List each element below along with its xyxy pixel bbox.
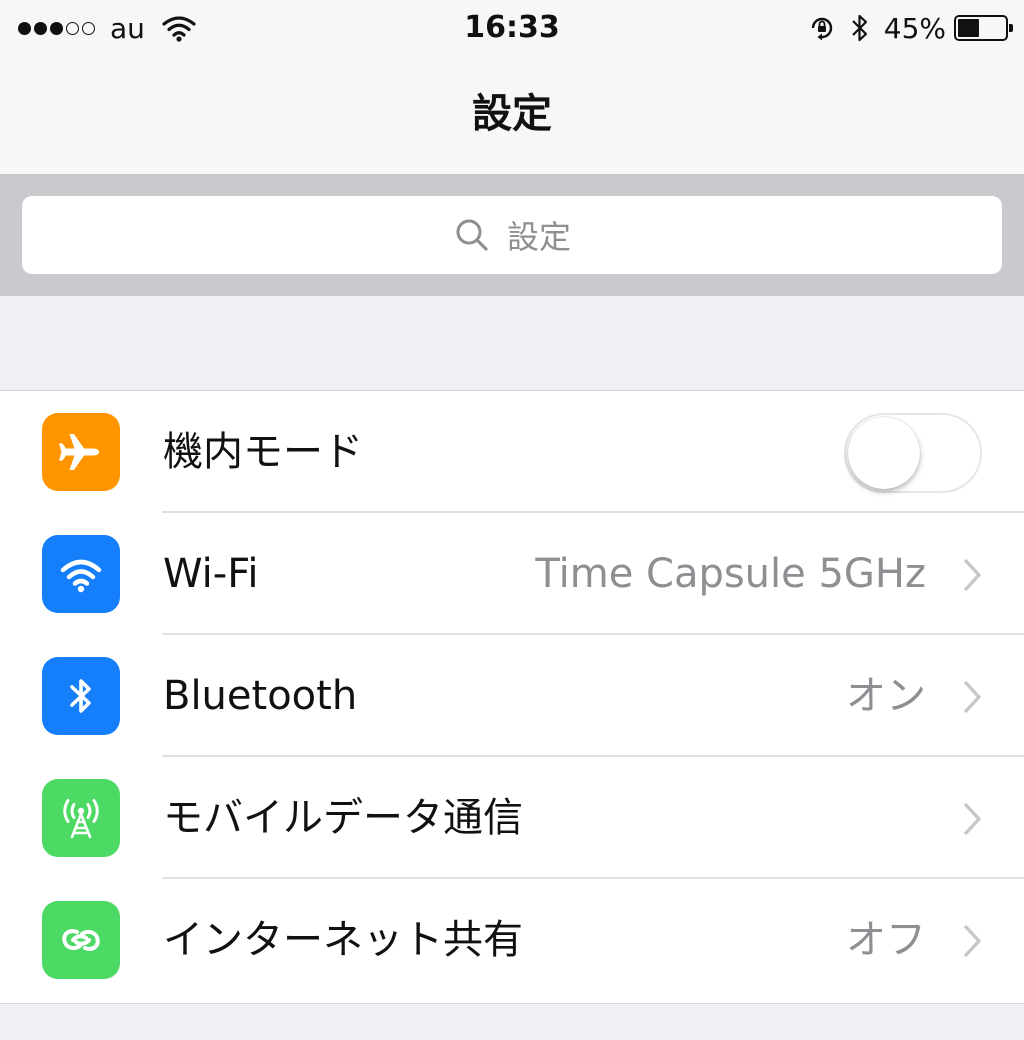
settings-group: 機内モード Wi-Fi Time Capsule 5GHz Bluetooth … [0,390,1024,1004]
settings-screen: au 16:33 45% 設定 設定 機内モード Wi-Fi Time Caps… [0,0,1024,1040]
navigation-bar: 設定 [0,58,1024,176]
search-input[interactable]: 設定 [22,196,1002,274]
settings-row-label: モバイルデータ通信 [163,795,523,841]
settings-row-label: インターネット共有 [163,917,523,963]
cellular-antenna-icon [42,779,120,857]
orientation-lock-icon [811,17,832,41]
airplane-mode-toggle[interactable] [844,413,982,493]
settings-row-label: Bluetooth [163,673,358,719]
bluetooth-icon [851,14,867,42]
settings-row-airplane-mode[interactable]: 機内モード [0,391,1024,513]
chevron-right-icon [964,681,981,713]
battery-percent: 45% [883,11,946,45]
settings-row-label: Wi-Fi [163,551,259,597]
airplane-icon [42,413,120,491]
battery-fill [958,19,979,37]
search-placeholder: 設定 [506,218,571,256]
settings-row-bluetooth[interactable]: Bluetooth オン [0,635,1024,757]
battery-nub [1009,24,1013,32]
search-icon [456,219,488,251]
chevron-right-icon [964,925,981,957]
settings-row-value: オフ [846,917,926,963]
page-title: 設定 [472,91,552,137]
settings-row-personal-hotspot[interactable]: インターネット共有 オフ [0,879,1024,1001]
settings-row-wifi[interactable]: Wi-Fi Time Capsule 5GHz [0,513,1024,635]
search-area: 設定 [0,176,1024,296]
chevron-right-icon [964,803,981,835]
status-bar: au 16:33 45% [0,0,1024,58]
toggle-knob [848,417,920,489]
settings-row-value: Time Capsule 5GHz [535,551,926,597]
battery-icon [954,15,1013,41]
chevron-right-icon [964,559,981,591]
settings-row-mobile-data[interactable]: モバイルデータ通信 [0,757,1024,879]
bluetooth-icon [42,657,120,735]
settings-row-value: オン [846,673,926,719]
wifi-icon [42,535,120,613]
settings-row-label: 機内モード [163,429,363,475]
personal-hotspot-icon [42,901,120,979]
status-right: 45% [808,10,1013,46]
